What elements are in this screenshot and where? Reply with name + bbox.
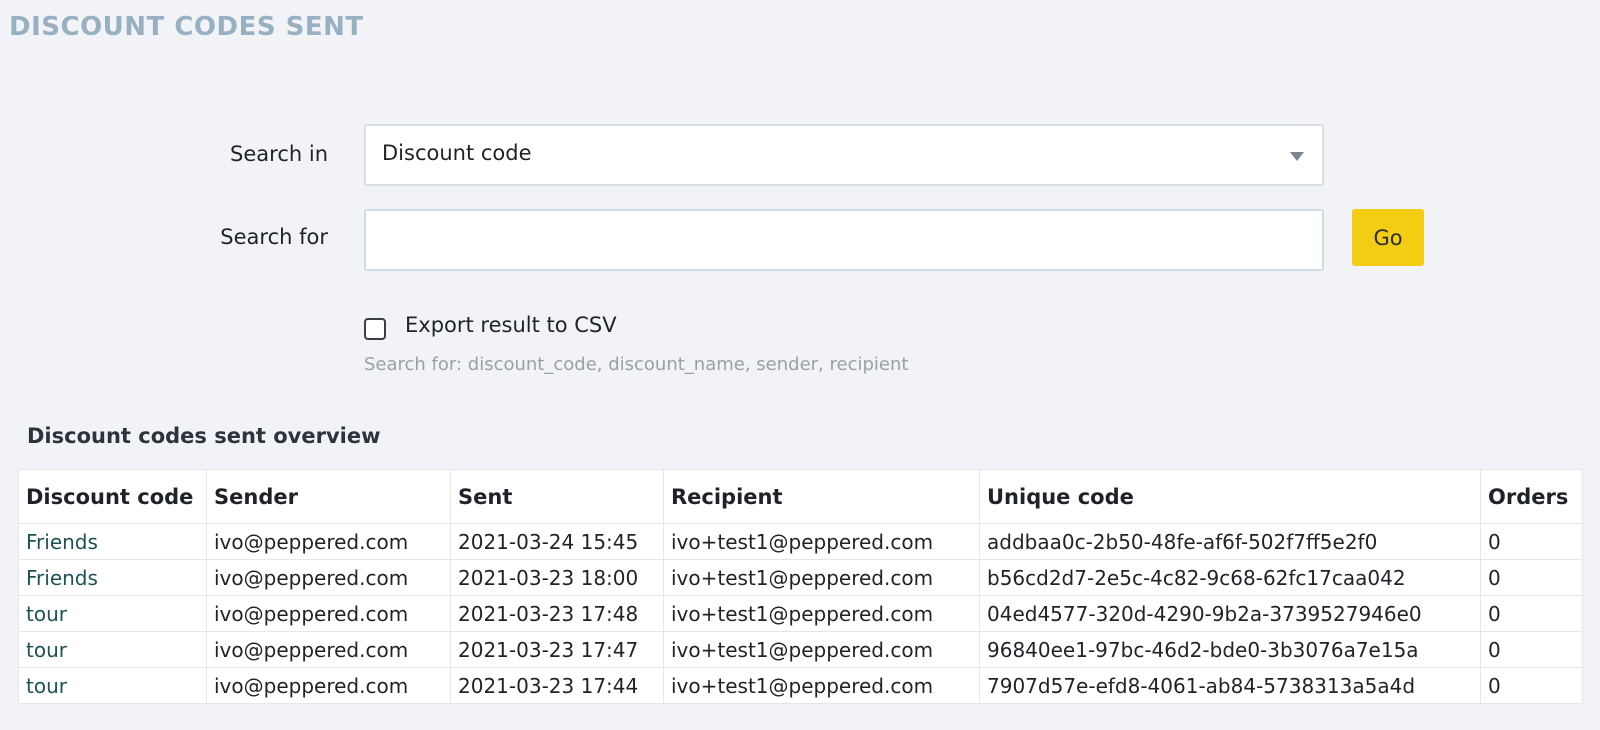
discount-code-cell: tour bbox=[18, 631, 207, 668]
table-row: tour ivo@peppered.com 2021-03-23 17:44 i… bbox=[18, 667, 1583, 704]
discount-code-link[interactable]: tour bbox=[26, 638, 67, 662]
unique-code-cell: 96840ee1-97bc-46d2-bde0-3b3076a7e15a bbox=[979, 631, 1481, 668]
unique-code-cell: b56cd2d7-2e5c-4c82-9c68-62fc17caa042 bbox=[979, 559, 1481, 596]
orders-cell: 0 bbox=[1480, 631, 1583, 668]
discount-code-cell: tour bbox=[18, 595, 207, 632]
sender-cell: ivo@peppered.com bbox=[206, 523, 451, 560]
search-hint: Search for: discount_code, discount_name… bbox=[364, 354, 909, 375]
recipient-cell: ivo+test1@peppered.com bbox=[663, 631, 980, 668]
search-in-select[interactable]: Discount code bbox=[364, 124, 1324, 186]
discount-codes-table: Discount code Sender Sent Recipient Uniq… bbox=[18, 469, 1583, 704]
sender-cell: ivo@peppered.com bbox=[206, 559, 451, 596]
unique-code-cell: addbaa0c-2b50-48fe-af6f-502f7ff5e2f0 bbox=[979, 523, 1481, 560]
recipient-cell: ivo+test1@peppered.com bbox=[663, 667, 980, 704]
sent-cell: 2021-03-23 17:47 bbox=[450, 631, 664, 668]
column-header-sender: Sender bbox=[206, 469, 451, 524]
discount-code-link[interactable]: Friends bbox=[26, 530, 98, 554]
unique-code-cell: 7907d57e-efd8-4061-ab84-5738313a5a4d bbox=[979, 667, 1481, 704]
column-header-orders: Orders bbox=[1480, 469, 1583, 524]
sent-cell: 2021-03-23 17:48 bbox=[450, 595, 664, 632]
table-row: Friends ivo@peppered.com 2021-03-23 18:0… bbox=[18, 559, 1583, 596]
column-header-sent: Sent bbox=[450, 469, 664, 524]
recipient-cell: ivo+test1@peppered.com bbox=[663, 595, 980, 632]
caret-down-icon bbox=[1290, 152, 1304, 161]
export-csv-label[interactable]: Export result to CSV bbox=[405, 313, 617, 337]
orders-cell: 0 bbox=[1480, 667, 1583, 704]
column-header-discount-code: Discount code bbox=[18, 469, 207, 524]
column-header-recipient: Recipient bbox=[663, 469, 980, 524]
orders-cell: 0 bbox=[1480, 559, 1583, 596]
recipient-cell: ivo+test1@peppered.com bbox=[663, 559, 980, 596]
unique-code-cell: 04ed4577-320d-4290-9b2a-3739527946e0 bbox=[979, 595, 1481, 632]
search-in-label: Search in bbox=[230, 142, 328, 166]
recipient-cell: ivo+test1@peppered.com bbox=[663, 523, 980, 560]
overview-title: Discount codes sent overview bbox=[27, 424, 381, 448]
discount-code-link[interactable]: Friends bbox=[26, 566, 98, 590]
sent-cell: 2021-03-24 15:45 bbox=[450, 523, 664, 560]
discount-code-cell: tour bbox=[18, 667, 207, 704]
table-row: Friends ivo@peppered.com 2021-03-24 15:4… bbox=[18, 523, 1583, 560]
sender-cell: ivo@peppered.com bbox=[206, 667, 451, 704]
discount-code-link[interactable]: tour bbox=[26, 674, 67, 698]
go-button[interactable]: Go bbox=[1352, 209, 1424, 266]
orders-cell: 0 bbox=[1480, 523, 1583, 560]
search-for-input[interactable] bbox=[364, 209, 1324, 271]
table-row: tour ivo@peppered.com 2021-03-23 17:48 i… bbox=[18, 595, 1583, 632]
sent-cell: 2021-03-23 17:44 bbox=[450, 667, 664, 704]
discount-code-cell: Friends bbox=[18, 559, 207, 596]
sender-cell: ivo@peppered.com bbox=[206, 595, 451, 632]
sent-cell: 2021-03-23 18:00 bbox=[450, 559, 664, 596]
search-in-selected-value: Discount code bbox=[382, 141, 532, 165]
page-title: DISCOUNT CODES SENT bbox=[9, 12, 364, 42]
discount-code-cell: Friends bbox=[18, 523, 207, 560]
table-header-row: Discount code Sender Sent Recipient Uniq… bbox=[18, 469, 1583, 524]
table-row: tour ivo@peppered.com 2021-03-23 17:47 i… bbox=[18, 631, 1583, 668]
orders-cell: 0 bbox=[1480, 595, 1583, 632]
discount-code-link[interactable]: tour bbox=[26, 602, 67, 626]
sender-cell: ivo@peppered.com bbox=[206, 631, 451, 668]
export-csv-checkbox[interactable] bbox=[364, 318, 386, 340]
search-for-label: Search for bbox=[220, 225, 328, 249]
column-header-unique-code: Unique code bbox=[979, 469, 1481, 524]
